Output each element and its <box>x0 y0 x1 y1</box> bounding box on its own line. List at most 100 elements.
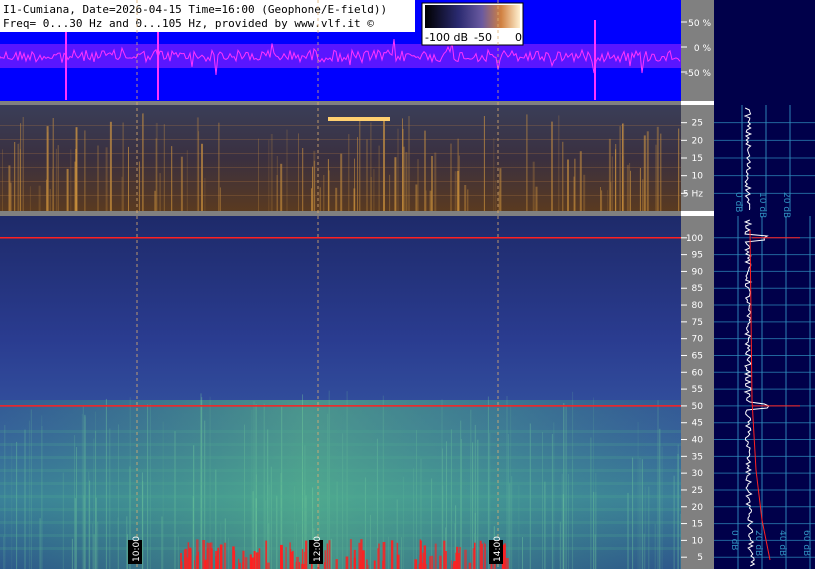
spectrogram-top-streak <box>38 185 41 211</box>
spectrogram-bottom-red-burst <box>239 562 241 569</box>
spectrogram-top-tick-label: 20 <box>692 136 704 146</box>
spectrogram-top-streak <box>9 182 12 211</box>
spectrogram-bottom-streak <box>126 516 128 569</box>
spectrogram-top-streak <box>312 166 313 211</box>
spectrogram-bottom-streak <box>470 409 472 569</box>
spectrogram-top-streak <box>52 118 54 211</box>
spectrogram-bottom-red-burst <box>505 558 509 569</box>
spectrogram-top-streak <box>366 139 368 211</box>
spectrogram-bottom-red-burst <box>459 547 461 569</box>
spectrogram-bottom-streak <box>330 538 332 569</box>
spectrogram-bottom-tick-label: 100 <box>686 234 703 244</box>
spectrogram-bottom-tick-label: 40 <box>692 436 704 446</box>
spectrogram-bottom-red-burst <box>373 560 376 569</box>
spectrogram-top-streak <box>109 121 112 211</box>
spectrogram-top-streak <box>74 161 76 211</box>
spectrogram-top-streak <box>370 122 372 211</box>
spectrum-background <box>714 0 815 569</box>
spectrogram-bottom-streak <box>263 403 265 569</box>
spectrogram-top-streak <box>84 130 86 211</box>
spectrogram-top-streak <box>402 128 404 211</box>
spectrogram-top-streak <box>583 174 586 211</box>
spectrogram-bottom-red-burst <box>253 551 256 569</box>
waveform-tick-label: 0 % <box>694 44 712 54</box>
spectrogram-bottom-streak <box>544 481 546 569</box>
spectrogram-bottom-band <box>0 469 681 472</box>
spectrogram-bottom-red-burst <box>295 561 297 569</box>
spectrogram-bottom-red-burst <box>419 555 422 569</box>
spectrogram-top-streak <box>394 157 397 211</box>
spectrogram-bottom-streak <box>594 534 596 569</box>
spectrogram-top-streak <box>286 129 288 211</box>
spectrogram-top-streak <box>313 150 316 211</box>
spectrogram-top-streak <box>186 150 188 211</box>
spectrogram-top-streak <box>558 115 560 211</box>
spectrogram-bottom-tick-label: 95 <box>692 251 703 261</box>
spectrogram-bottom-streak <box>177 536 179 569</box>
spectrogram-top-streak <box>17 144 19 211</box>
spectrogram-bottom-streak <box>228 537 229 569</box>
spectrogram-top-hotline <box>328 117 390 121</box>
spectrogram-top-streak <box>611 156 613 211</box>
spectrogram-top-streak <box>607 190 609 211</box>
spectrogram-top-streak <box>483 116 485 211</box>
spectrogram-bottom-red-burst <box>267 562 270 569</box>
waveform-tick-label: 50 % <box>688 19 711 29</box>
spectrogram-bottom-tick-label: 20 <box>692 503 704 513</box>
time-label: 12:00 <box>313 536 323 562</box>
spectrogram-bottom-tick-label: 65 <box>692 351 703 361</box>
spectrogram-top-tick-label: 25 <box>692 119 703 129</box>
spectrogram-top-band <box>0 125 681 126</box>
spectrogram-bottom-red-burst <box>450 560 452 569</box>
spectrogram-bottom-streak <box>388 536 389 569</box>
spectrogram-top-streak <box>128 146 129 211</box>
spectrogram-bottom-red-burst <box>280 548 282 569</box>
header-box: I1-Cumiana, Date=2026-04-15 Time=16:00 (… <box>0 0 415 32</box>
spectrogram-top-streak <box>258 138 259 211</box>
spectrogram-bottom-red-burst <box>328 540 331 569</box>
spectrum-bottom-xlabel: 40 dB <box>777 530 787 556</box>
spectrogram-bottom-streak <box>62 472 64 569</box>
spectrogram-top-streak <box>55 148 57 211</box>
time-label-group: 10:00 <box>128 536 142 564</box>
spectrogram-bottom-red-burst <box>251 557 254 569</box>
spectrogram-bottom-streak <box>460 420 462 569</box>
spectrogram-bottom-streak <box>92 523 94 569</box>
spectrogram-bottom-streak <box>255 404 257 569</box>
spectrogram-bottom-red-burst <box>195 555 198 569</box>
spectrogram-top-streak <box>138 161 140 211</box>
spectrogram-bottom-red-burst <box>184 548 188 569</box>
time-label: 14:00 <box>493 536 503 562</box>
spectrogram-top-streak <box>429 190 432 211</box>
spectrogram-bottom-tick-label: 35 <box>692 452 703 462</box>
spectrogram-bottom-red-burst <box>464 549 467 569</box>
spectrogram-bottom-red-burst <box>326 543 328 569</box>
spectrogram-top-streak <box>415 184 418 211</box>
spectrogram-bottom-red-burst <box>285 547 287 569</box>
spectrogram-bottom-red-burst <box>255 552 259 569</box>
spectrogram-top-streak <box>18 142 20 211</box>
spectrogram-top-streak <box>551 121 553 211</box>
spectrogram-top-streak <box>499 168 502 211</box>
spectrogram-bottom-red-burst <box>430 555 434 569</box>
spectrogram-bottom-streak <box>648 486 650 569</box>
spectrogram-top-streak <box>335 187 338 211</box>
spectrogram-top-streak <box>389 174 391 211</box>
spectrogram-top-band <box>0 167 681 168</box>
axis-strip-divider-1 <box>681 101 714 105</box>
spectrogram-top-streak <box>219 187 221 211</box>
spectrogram-top-streak <box>270 134 273 211</box>
spectrogram-bottom-streak <box>336 481 338 569</box>
spectrogram-top-streak <box>357 137 358 211</box>
spectrogram-bottom-red-burst <box>298 562 301 569</box>
spectrogram-bottom-streak <box>200 393 202 569</box>
spectrogram-top-streak <box>626 164 629 211</box>
spectrogram-bottom-streak <box>147 404 149 569</box>
spectrogram-bottom-red-burst <box>232 550 236 569</box>
spectrogram-bottom-streak <box>641 459 643 569</box>
spectrogram-top-streak <box>424 130 426 211</box>
spectrogram-top-streak <box>196 117 199 211</box>
spectrogram-bottom-red-burst <box>353 549 356 569</box>
spectrogram-top-streak <box>354 158 355 211</box>
spectrogram-bottom-streak <box>149 403 151 569</box>
